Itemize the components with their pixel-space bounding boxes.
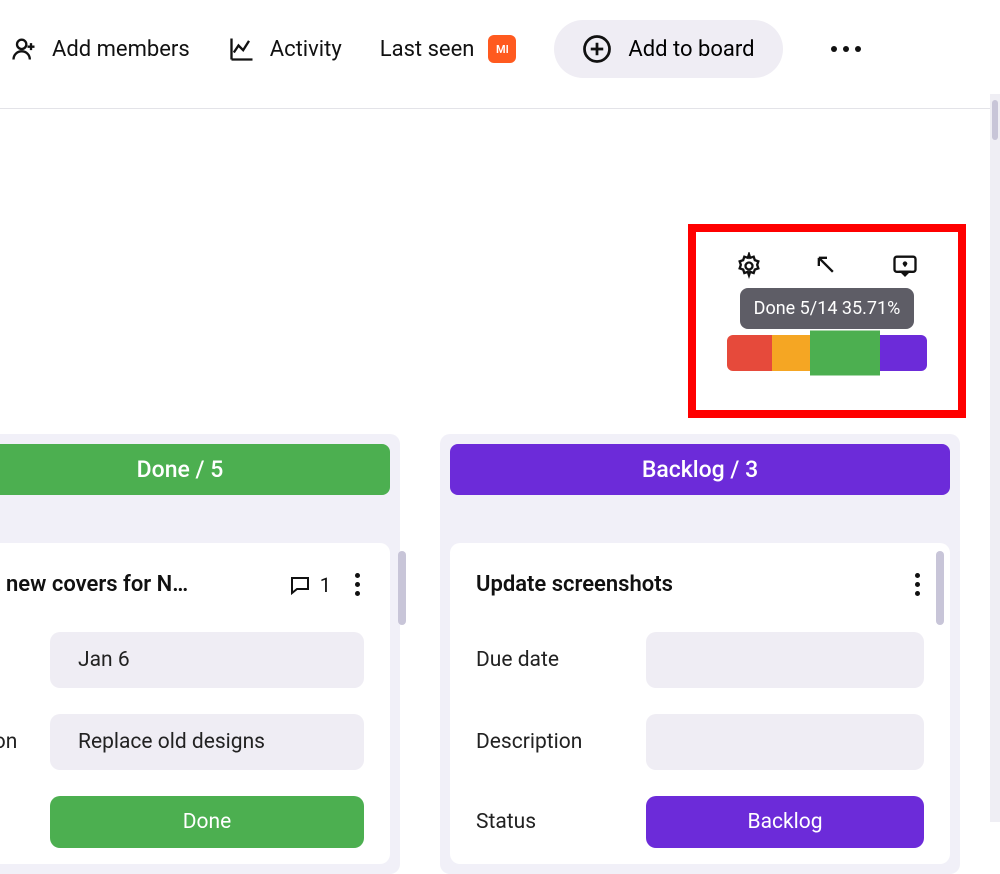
more-menu-button[interactable] (821, 36, 871, 62)
status-pill[interactable]: Backlog (646, 796, 924, 848)
due-date-label: Due date (476, 648, 646, 672)
activity-icon (228, 35, 256, 63)
description-label: Description (476, 730, 646, 754)
page-scroll-track (990, 94, 1000, 822)
last-seen-label: Last seen (380, 37, 475, 62)
expand-arrow-icon[interactable] (813, 252, 841, 280)
comment-count[interactable]: 1 (288, 573, 331, 597)
plus-circle-icon (582, 34, 612, 64)
column-backlog: Backlog / 3 Update screenshots Due date … (440, 434, 960, 874)
page-scroll-thumb[interactable] (992, 100, 998, 140)
add-member-icon (10, 35, 38, 63)
activity-label: Activity (270, 37, 342, 62)
due-date-value[interactable]: Jan 6 (50, 632, 364, 688)
column-header-done[interactable]: Done / 5 (0, 444, 390, 495)
summary-widget-toolbar (735, 252, 919, 280)
column-done: Done / 5 est new covers for N… 1 ate J (0, 434, 400, 874)
card-done-1[interactable]: est new covers for N… 1 ate Jan 6 ption (0, 543, 390, 864)
status-label: Status (476, 810, 646, 834)
card-menu-button[interactable] (911, 569, 924, 600)
card-title: Update screenshots (476, 572, 673, 597)
add-members-button[interactable]: Add members (10, 35, 190, 63)
card-backlog-1[interactable]: Update screenshots Due date Description … (450, 543, 950, 864)
avatar[interactable]: MI (488, 35, 516, 63)
progress-seg-green (810, 331, 880, 376)
comment-icon (288, 573, 312, 597)
board-area: Done / 5 est new covers for N… 1 ate J (0, 434, 960, 874)
feedback-heart-icon[interactable] (891, 252, 919, 280)
description-label: ption (0, 730, 50, 754)
add-members-label: Add members (52, 37, 190, 62)
column-header-backlog[interactable]: Backlog / 3 (450, 444, 950, 495)
due-date-label: ate (0, 648, 50, 672)
card-menu-button[interactable] (351, 569, 364, 600)
progress-seg-red (727, 335, 772, 371)
top-toolbar: Add members Activity Last seen MI Add to… (0, 0, 1000, 108)
status-pill[interactable]: Done (50, 796, 364, 848)
add-to-board-label: Add to board (628, 37, 754, 62)
card-scroll-thumb[interactable] (936, 551, 944, 625)
summary-widget: Done 5/14 35.71% (688, 224, 966, 418)
last-seen-group: Last seen MI (380, 35, 517, 63)
add-to-board-button[interactable]: Add to board (554, 20, 782, 78)
progress-seg-purple (880, 335, 927, 371)
progress-seg-orange (772, 335, 810, 371)
card-title: est new covers for N… (0, 572, 188, 597)
gear-icon[interactable] (735, 252, 763, 280)
progress-bar[interactable] (727, 335, 927, 371)
activity-button[interactable]: Activity (228, 35, 342, 63)
description-value[interactable] (646, 714, 924, 770)
description-value[interactable]: Replace old designs (50, 714, 364, 770)
card-scroll-thumb[interactable] (398, 551, 406, 625)
toolbar-divider (0, 108, 1000, 109)
progress-tooltip: Done 5/14 35.71% (740, 288, 915, 329)
due-date-value[interactable] (646, 632, 924, 688)
